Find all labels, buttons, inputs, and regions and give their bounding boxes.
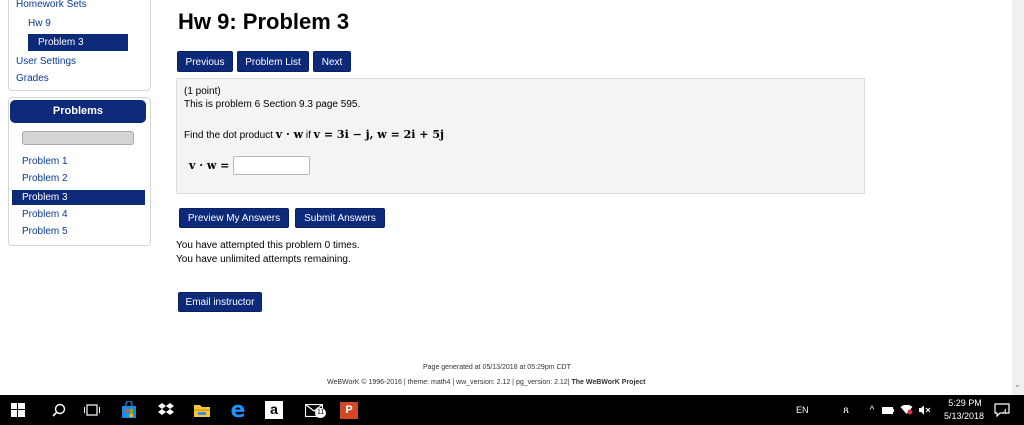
submit-answers-button[interactable]: Submit Answers bbox=[295, 208, 385, 228]
volume-icon[interactable] bbox=[916, 395, 932, 425]
remaining-text: You have unlimited attempts remaining. bbox=[176, 254, 351, 265]
problem-link-3-active[interactable]: Problem 3 bbox=[12, 190, 145, 205]
edge-icon[interactable]: e bbox=[224, 395, 252, 425]
problem-prompt: Find the dot product v · w if v = 3i − j… bbox=[184, 128, 444, 141]
prompt-vectors: v = 3i − j, w = 2i + 5j bbox=[313, 128, 444, 141]
powerpoint-icon[interactable]: P bbox=[335, 395, 363, 425]
action-center-icon[interactable]: 4 bbox=[990, 395, 1014, 425]
network-icon[interactable] bbox=[898, 395, 914, 425]
taskbar: e a 11 P EN ጸ ^ 5:29 PM 5/13/2018 4 bbox=[0, 395, 1024, 425]
file-explorer-icon[interactable] bbox=[188, 395, 216, 425]
problem-link-2[interactable]: Problem 2 bbox=[22, 173, 68, 184]
footer-version-text: WeBWorK © 1996-2016 | theme: math4 | ww_… bbox=[327, 379, 570, 386]
dropbox-icon[interactable] bbox=[152, 395, 180, 425]
problem-link-5[interactable]: Problem 5 bbox=[22, 226, 68, 237]
preview-answers-button[interactable]: Preview My Answers bbox=[179, 208, 289, 228]
answer-label: v · w = bbox=[189, 159, 230, 172]
problem-link-1[interactable]: Problem 1 bbox=[22, 156, 68, 167]
notification-count: 4 bbox=[1003, 409, 1007, 416]
problem-link-4[interactable]: Problem 4 bbox=[22, 209, 68, 220]
prompt-if: if bbox=[303, 130, 314, 141]
hw9-link[interactable]: Hw 9 bbox=[28, 18, 51, 29]
problem-list-button[interactable]: Problem List bbox=[237, 51, 309, 72]
problem-points: (1 point) bbox=[184, 86, 221, 97]
mail-icon[interactable]: 11 bbox=[296, 395, 332, 425]
people-icon[interactable]: ጸ bbox=[836, 395, 856, 425]
language-indicator[interactable]: EN bbox=[796, 405, 809, 415]
page-title: Hw 9: Problem 3 bbox=[178, 9, 350, 34]
problems-heading: Problems bbox=[10, 100, 146, 123]
sidebar-item-problem3[interactable]: Problem 3 bbox=[28, 34, 128, 51]
prompt-dot: v · w bbox=[275, 128, 304, 141]
clock-time[interactable]: 5:29 PM bbox=[946, 398, 984, 408]
amazon-icon[interactable]: a bbox=[260, 395, 288, 425]
task-view-icon[interactable] bbox=[78, 395, 106, 425]
problem-source: This is problem 6 Section 9.3 page 595. bbox=[184, 99, 361, 110]
chevron-up-icon[interactable]: ^ bbox=[864, 395, 880, 425]
footer-generated: Page generated at 05/13/2018 at 05:29pm … bbox=[423, 364, 571, 371]
grades-link[interactable]: Grades bbox=[16, 73, 49, 84]
scroll-down-icon[interactable]: ⌄ bbox=[1014, 380, 1021, 389]
progress-bar bbox=[22, 131, 134, 145]
battery-icon[interactable] bbox=[880, 395, 896, 425]
attempts-text: You have attempted this problem 0 times. bbox=[176, 240, 360, 251]
page-scrollbar[interactable] bbox=[1012, 0, 1024, 395]
prompt-prefix: Find the dot product bbox=[184, 130, 276, 141]
store-icon[interactable] bbox=[115, 395, 143, 425]
mail-badge: 11 bbox=[315, 408, 327, 418]
user-settings-link[interactable]: User Settings bbox=[16, 56, 76, 67]
answer-input[interactable] bbox=[233, 156, 310, 175]
email-instructor-button[interactable]: Email instructor bbox=[178, 292, 262, 312]
previous-button[interactable]: Previous bbox=[177, 51, 233, 72]
webwork-project-link[interactable]: The WeBWorK Project bbox=[571, 379, 645, 386]
homework-sets-link[interactable]: Homework Sets bbox=[16, 0, 87, 10]
footer-versions: WeBWorK © 1996-2016 | theme: math4 | ww_… bbox=[327, 379, 646, 386]
windows-start-icon[interactable] bbox=[4, 395, 32, 425]
search-icon[interactable] bbox=[45, 395, 73, 425]
clock-date[interactable]: 5/13/2018 bbox=[940, 411, 988, 421]
next-button[interactable]: Next bbox=[313, 51, 351, 72]
